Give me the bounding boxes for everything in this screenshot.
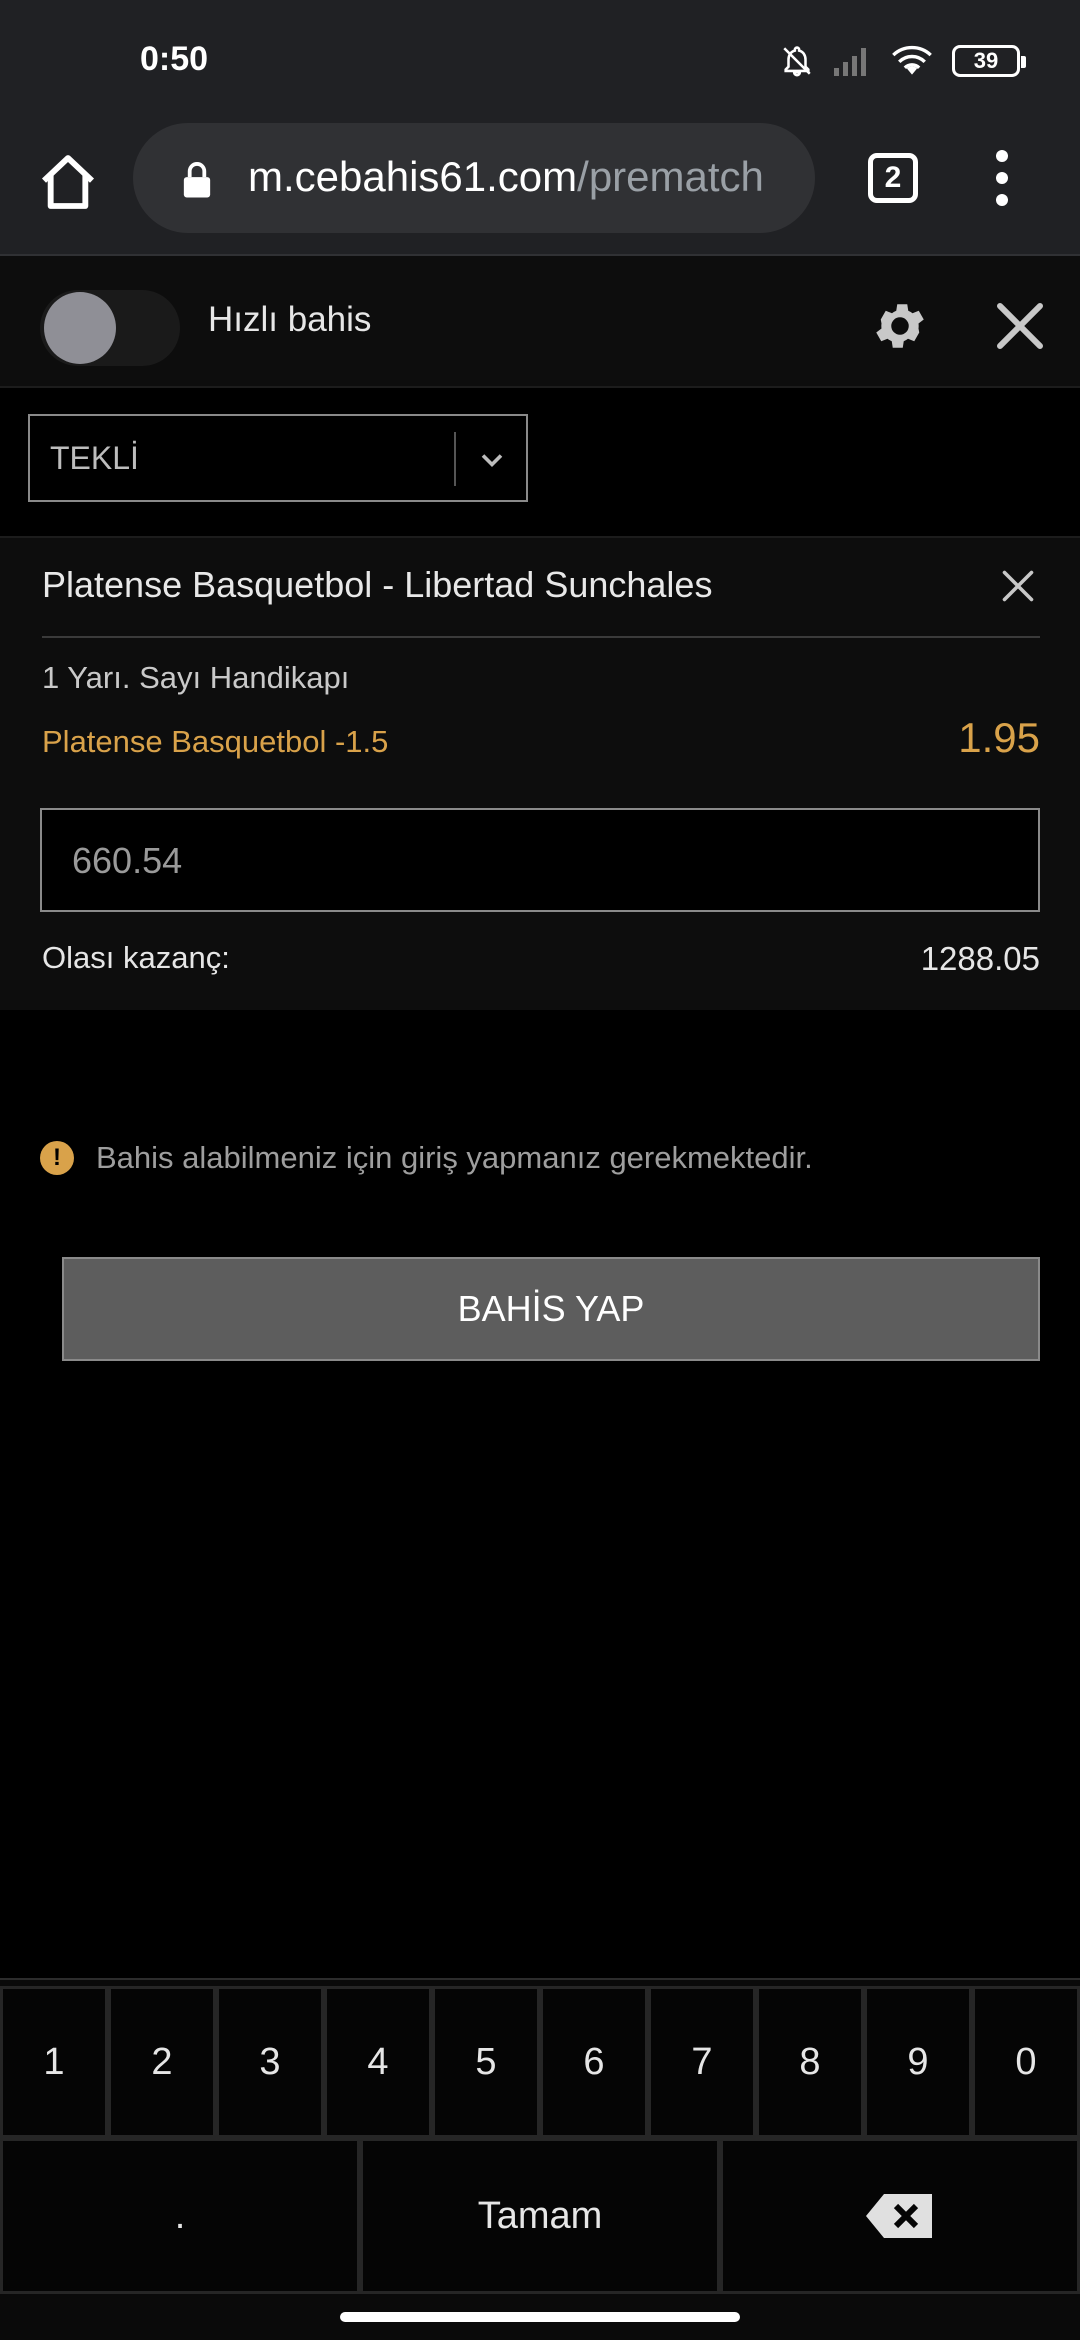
status-bar: 0:50 39 [0, 0, 1080, 120]
battery-icon: 39 [952, 45, 1026, 77]
event-title: Platense Basquetbol - Libertad Sunchales [42, 564, 713, 605]
address-bar[interactable]: m.cebahis61.com/prematch [133, 123, 815, 233]
odds-value: 1.95 [958, 714, 1040, 761]
url-text: m.cebahis61.com/prematch [248, 153, 803, 201]
login-warning: ! Bahis alabilmeniz için giriş yapmanız … [40, 1140, 813, 1176]
key-6[interactable]: 6 [540, 1986, 648, 2138]
url-path: /prematch [577, 153, 764, 200]
key-1[interactable]: 1 [0, 1986, 108, 2138]
wifi-icon [892, 45, 932, 75]
url-domain: m.cebahis61.com [248, 153, 578, 200]
numeric-keypad: 1 2 3 4 5 6 7 8 9 0 . Tamam [0, 1978, 1080, 2340]
keypad-action-row: . Tamam [0, 2138, 1080, 2294]
warning-icon: ! [40, 1141, 74, 1175]
bet-type-value: TEKLİ [50, 440, 139, 476]
select-separator [454, 432, 456, 486]
bell-off-icon [783, 46, 811, 77]
status-time: 0:50 [140, 40, 209, 78]
lock-icon [183, 162, 211, 198]
backspace-icon [866, 2194, 932, 2238]
potential-win-label: Olası kazanç: [42, 940, 230, 975]
key-4[interactable]: 4 [324, 1986, 432, 2138]
place-bet-button[interactable]: BAHİS YAP [62, 1257, 1040, 1361]
home-indicator [340, 2312, 740, 2322]
key-9[interactable]: 9 [864, 1986, 972, 2138]
signal-icon [834, 48, 866, 76]
browser-toolbar: m.cebahis61.com/prematch 2 [0, 120, 1080, 256]
key-2[interactable]: 2 [108, 1986, 216, 2138]
tab-switcher-button[interactable]: 2 [868, 153, 918, 203]
key-8[interactable]: 8 [756, 1986, 864, 2138]
quick-bet-toggle[interactable] [40, 290, 180, 366]
selection-name: Platense Basquetbol -1.5 [42, 724, 389, 759]
bet-slip-card: Platense Basquetbol - Libertad Sunchales… [0, 536, 1080, 1010]
keypad-digit-row: 1 2 3 4 5 6 7 8 9 0 [0, 1986, 1080, 2138]
chevron-down-icon [481, 454, 503, 468]
key-5[interactable]: 5 [432, 1986, 540, 2138]
gear-icon[interactable] [870, 296, 930, 356]
key-dot[interactable]: . [0, 2138, 360, 2294]
key-3[interactable]: 3 [216, 1986, 324, 2138]
key-0[interactable]: 0 [972, 1986, 1080, 2138]
more-menu-icon[interactable] [990, 150, 1014, 210]
home-icon[interactable] [36, 150, 100, 214]
remove-selection-icon[interactable] [1000, 568, 1036, 604]
stake-input[interactable]: 660.54 [40, 808, 1040, 912]
market-name: 1 Yarı. Sayı Handikapı [42, 660, 350, 695]
warning-text: Bahis alabilmeniz için giriş yapmanız ge… [96, 1140, 813, 1175]
battery-level: 39 [973, 48, 999, 73]
close-icon[interactable] [990, 296, 1050, 356]
divider [42, 636, 1040, 638]
key-7[interactable]: 7 [648, 1986, 756, 2138]
potential-win-value: 1288.05 [920, 940, 1040, 977]
quick-bet-bar: Hızlı bahis [0, 256, 1080, 388]
toggle-knob [44, 292, 116, 364]
status-icons: 39 [780, 44, 1026, 78]
stake-value: 660.54 [72, 840, 183, 881]
tab-count: 2 [884, 161, 902, 194]
key-done[interactable]: Tamam [360, 2138, 720, 2294]
key-backspace[interactable] [720, 2138, 1080, 2294]
quick-bet-label: Hızlı bahis [208, 300, 372, 339]
bet-type-select[interactable]: TEKLİ [28, 414, 528, 502]
